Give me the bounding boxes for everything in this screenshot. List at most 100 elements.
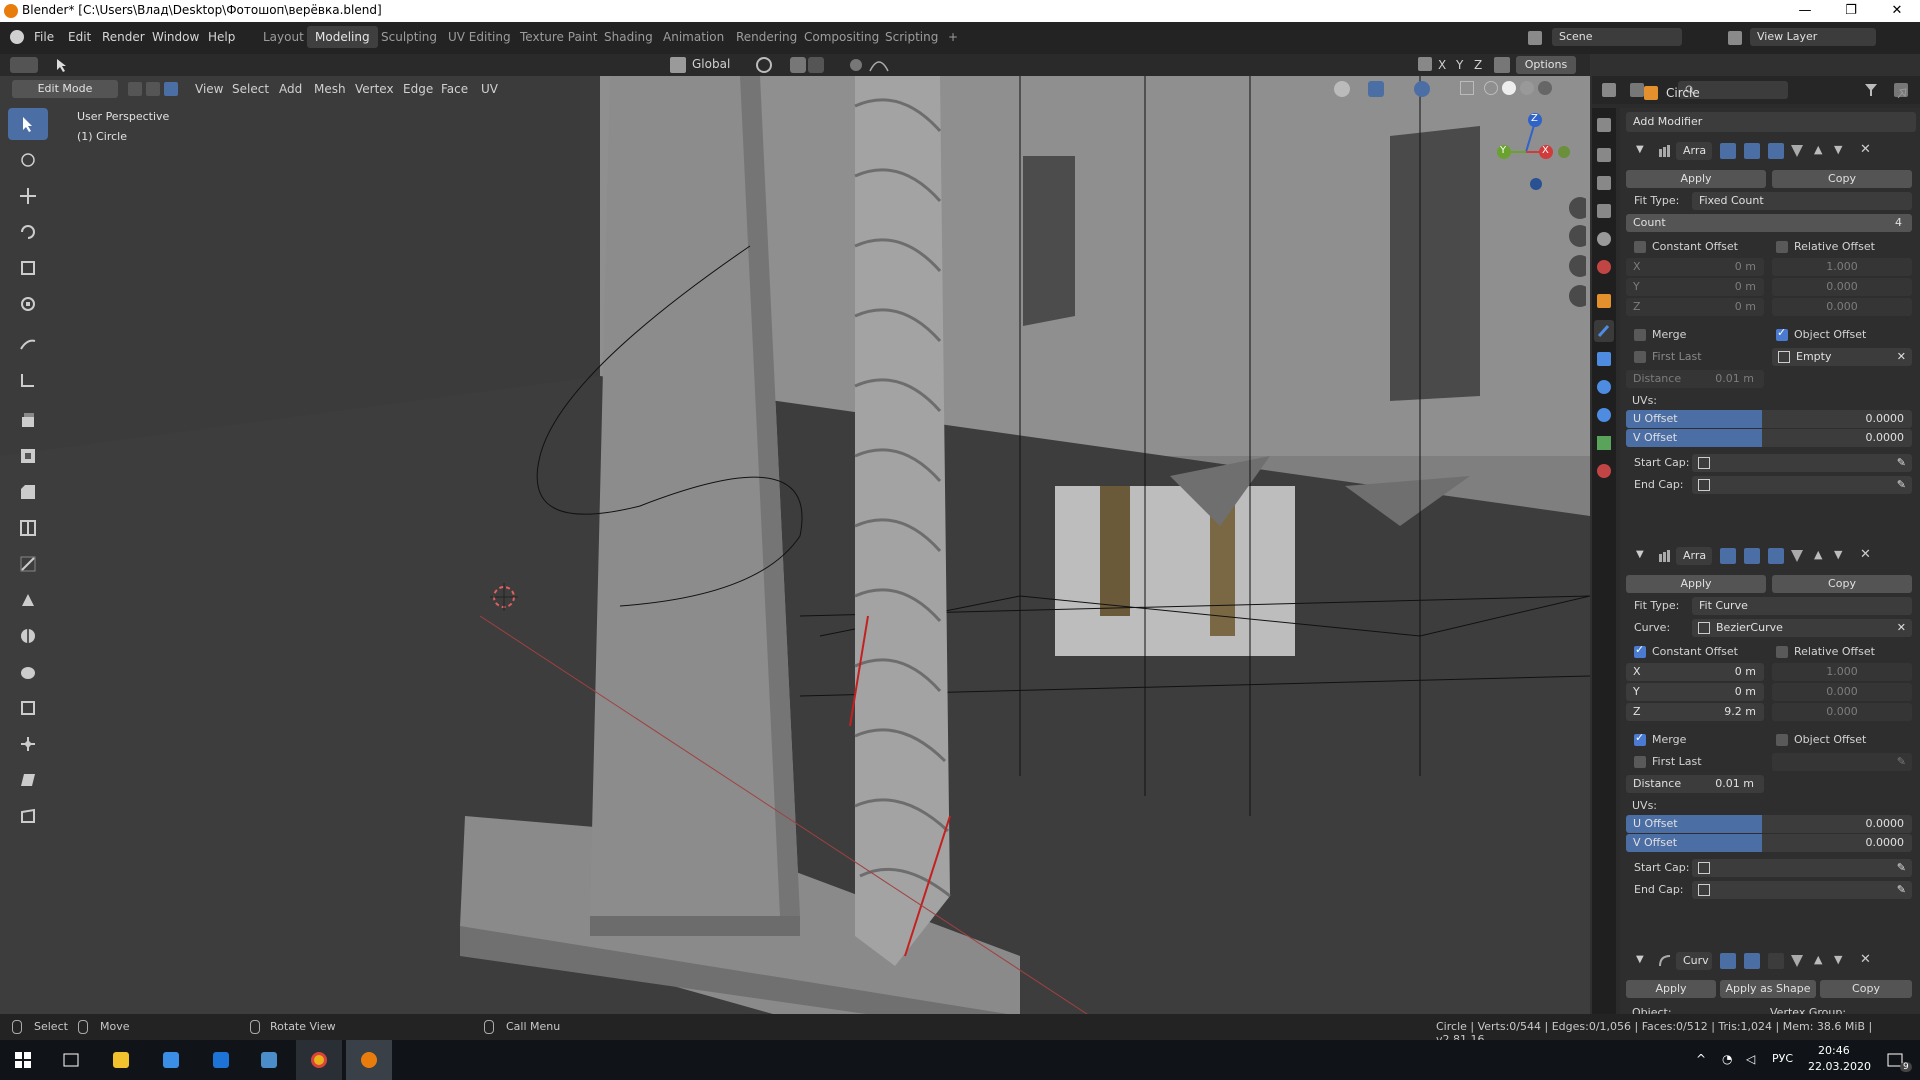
first-last-checkbox[interactable] [1634,756,1646,768]
menu-window[interactable]: Window [152,30,199,44]
3d-viewport[interactable]: Edit Mode View Select Add Mesh Vertex Ed… [0,76,1590,1014]
store-icon[interactable] [148,1040,194,1080]
rel-x-field[interactable]: 1.000 [1772,258,1912,276]
tab-sculpting[interactable]: Sculpting [373,26,445,48]
constant-offset-checkbox[interactable] [1634,241,1646,253]
tab-uv-editing[interactable]: UV Editing [440,26,519,48]
const-y-field[interactable]: Y0 m [1626,683,1764,701]
object-offset-checkbox[interactable] [1776,734,1788,746]
select-box-icon[interactable] [54,57,70,73]
menu-help[interactable]: Help [208,30,235,44]
gizmo-toggle-icon[interactable] [1368,81,1384,97]
remove-modifier-icon[interactable]: ✕ [1860,952,1871,967]
on-cage-icon[interactable] [1790,953,1804,969]
start-cap-field[interactable]: ✎ [1692,454,1912,472]
view-layer-tab-icon[interactable] [1597,204,1611,218]
particles-tab-icon[interactable] [1597,352,1611,366]
edit-mode-toggle-icon[interactable] [1720,953,1736,969]
curve-field[interactable]: BezierCurve ✕ [1692,619,1912,637]
close-window-button[interactable]: ✕ [1874,0,1920,22]
on-cage-icon[interactable] [1790,143,1804,159]
edge-slide-tool-icon[interactable] [8,692,48,724]
u-offset-field[interactable]: U Offset 0.0000 [1626,815,1912,833]
rel-y-field[interactable]: 0.000 [1772,278,1912,296]
viewport-toggle-icon[interactable] [1744,548,1760,564]
show-hidden-icons[interactable]: ^ [1696,1052,1706,1066]
render-toggle-icon[interactable] [1768,143,1784,159]
axis-x[interactable]: X [1438,58,1446,72]
apply-button[interactable]: Apply [1626,170,1766,188]
clock-time[interactable]: 20:46 [1818,1044,1850,1057]
object-offset-checkbox[interactable] [1776,326,1788,341]
merge-checkbox[interactable] [1634,731,1646,746]
modifier-name-field[interactable]: Arra [1676,142,1712,160]
remove-modifier-icon[interactable]: ✕ [1860,547,1871,562]
vertex-select-icon[interactable] [128,82,142,96]
tab-scripting[interactable]: Scripting [877,26,946,48]
tab-shading[interactable]: Shading [596,26,661,48]
count-field[interactable]: Count 4 [1626,214,1912,232]
fit-type-dropdown[interactable]: Fixed Count [1692,192,1912,210]
modifier-name-field[interactable]: Arra [1676,547,1712,565]
viewport-toggle-icon[interactable] [1744,143,1760,159]
rel-y-field[interactable]: 0.000 [1772,683,1912,701]
mail-icon[interactable] [198,1040,244,1080]
scene-selector[interactable]: Scene [1552,28,1682,46]
relative-offset-checkbox[interactable] [1776,646,1788,658]
move-up-icon[interactable]: ▲ [1814,548,1822,561]
menu-render[interactable]: Render [102,30,145,44]
poly-build-tool-icon[interactable] [8,584,48,616]
snap-icon[interactable] [790,57,806,73]
options-dropdown[interactable]: Options [1516,56,1576,74]
tool-tab-icon[interactable] [1597,118,1611,132]
material-tab-icon[interactable] [1597,464,1611,478]
auto-merge-icon[interactable] [1494,57,1510,73]
menu-mesh[interactable]: Mesh [314,82,346,96]
pivot-icon[interactable] [756,57,772,73]
apply-button[interactable]: Apply [1626,575,1766,593]
add-modifier-dropdown[interactable]: Add Modifier [1626,112,1916,132]
tab-texture-paint[interactable]: Texture Paint [512,26,605,48]
menu-select[interactable]: Select [232,82,269,96]
const-x-field[interactable]: X0 m [1626,258,1764,276]
data-tab-icon[interactable] [1597,436,1611,450]
rel-x-field[interactable]: 1.000 [1772,663,1912,681]
minimize-button[interactable]: — [1782,0,1828,22]
editor-type-button[interactable] [10,57,38,73]
transform-tool-icon[interactable] [8,288,48,320]
mode-selector[interactable]: Edit Mode [12,80,118,98]
proportional-edit-icon[interactable] [850,59,862,71]
shear-tool-icon[interactable] [8,764,48,796]
menu-add[interactable]: Add [279,82,302,96]
const-x-field[interactable]: X0 m [1626,663,1764,681]
tab-layout[interactable]: Layout [255,26,312,48]
tab-rendering[interactable]: Rendering [728,26,805,48]
transform-orientation[interactable]: Global [692,57,730,71]
copy-button[interactable]: Copy [1820,980,1912,998]
distance-field[interactable]: Distance 0.01 m [1626,370,1764,388]
smooth-tool-icon[interactable] [8,656,48,688]
v-offset-field[interactable]: V Offset 0.0000 [1626,834,1912,852]
tab-modeling[interactable]: Modeling [307,26,378,48]
end-cap-field[interactable]: ✎ [1692,476,1912,494]
apply-as-shape-button[interactable]: Apply as Shape [1720,980,1816,998]
apply-button[interactable]: Apply [1626,980,1716,998]
shrink-fatten-tool-icon[interactable] [8,728,48,760]
physics-tab-icon[interactable] [1597,380,1611,394]
const-z-field[interactable]: Z 9.2 m [1626,703,1764,721]
rel-z-field[interactable]: 0.000 [1772,298,1912,316]
modifier-name-field[interactable]: Curv [1676,952,1712,970]
app-icon[interactable] [246,1040,292,1080]
modifier-tab-icon[interactable] [1594,320,1614,342]
edit-mode-toggle-icon[interactable] [1720,143,1736,159]
wifi-icon[interactable]: ◔ [1722,1052,1732,1066]
menu-edit[interactable]: Edit [68,30,91,44]
navigation-gizmo[interactable]: Z X Y [1490,102,1591,312]
world-tab-icon[interactable] [1597,260,1611,274]
xray-icon[interactable] [1460,81,1474,95]
copy-button[interactable]: Copy [1772,575,1912,593]
start-button[interactable] [0,1040,46,1080]
render-tab-icon[interactable] [1597,148,1611,162]
rel-z-field[interactable]: 0.000 [1772,703,1912,721]
relative-offset-checkbox[interactable] [1776,241,1788,253]
